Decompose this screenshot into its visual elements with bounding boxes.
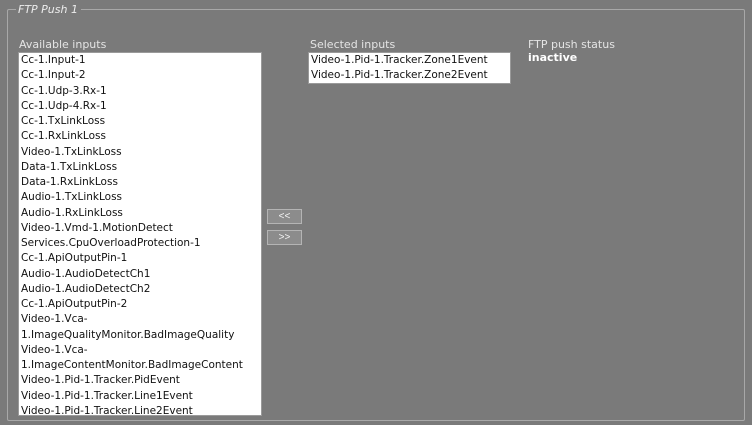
selected-inputs-header: Selected inputs (310, 38, 396, 51)
list-item[interactable]: Cc-1.TxLinkLoss (19, 114, 261, 129)
list-item[interactable]: Audio-1.AudioDetectCh2 (19, 282, 261, 297)
ftp-push-status-header: FTP push status (528, 38, 615, 51)
list-item[interactable]: Video-1.Pid-1.Tracker.Line1Event (19, 389, 261, 404)
list-item[interactable]: 1.ImageQualityMonitor.BadImageQuality (19, 328, 261, 343)
list-item[interactable]: Video-1.Vca- (19, 343, 261, 358)
list-item[interactable]: Video-1.Vmd-1.MotionDetect (19, 221, 261, 236)
ftp-push-status-value: inactive (528, 51, 578, 64)
selected-inputs-list[interactable]: Video-1.Pid-1.Tracker.Zone1Event Video-1.… (308, 52, 511, 84)
list-item[interactable]: Video-1.Pid-1.Tracker.PidEvent (19, 373, 261, 388)
list-item[interactable]: Cc-1.RxLinkLoss (19, 129, 261, 144)
list-item[interactable]: Video-1.Pid-1.Tracker.Line2Event (19, 404, 261, 415)
available-inputs-list[interactable]: Cc-1.Input-1 Cc-1.Input-2 Cc-1.Udp-3.Rx-1 C… (18, 52, 262, 416)
list-item[interactable]: Cc-1.Udp-4.Rx-1 (19, 99, 261, 114)
list-item[interactable]: Cc-1.ApiOutputPin-1 (19, 251, 261, 266)
list-item[interactable]: Video-1.TxLinkLoss (19, 145, 261, 160)
available-inputs-header: Available inputs (19, 38, 107, 51)
list-item[interactable]: Audio-1.RxLinkLoss (19, 206, 261, 221)
list-item[interactable]: 1.ImageContentMonitor.BadImageContent (19, 358, 261, 373)
list-item[interactable]: Data-1.TxLinkLoss (19, 160, 261, 175)
panel-legend: FTP Push 1 (16, 4, 81, 16)
list-item[interactable]: Video-1.Vca- (19, 312, 261, 327)
list-item[interactable]: Cc-1.ApiOutputPin-2 (19, 297, 261, 312)
list-item[interactable]: Video-1.Pid-1.Tracker.Zone1Event (309, 53, 510, 68)
list-item[interactable]: Services.CpuOverloadProtection-1 (19, 236, 261, 251)
list-item[interactable]: Video-1.Pid-1.Tracker.Zone2Event (309, 68, 510, 83)
list-item[interactable]: Cc-1.Input-2 (19, 68, 261, 83)
list-item[interactable]: Audio-1.TxLinkLoss (19, 190, 261, 205)
remove-input-button[interactable]: << (267, 209, 302, 224)
list-item[interactable]: Cc-1.Udp-3.Rx-1 (19, 84, 261, 99)
add-input-button[interactable]: >> (267, 230, 302, 245)
list-item[interactable]: Data-1.RxLinkLoss (19, 175, 261, 190)
list-item[interactable]: Cc-1.Input-1 (19, 53, 261, 68)
list-item[interactable]: Audio-1.AudioDetectCh1 (19, 267, 261, 282)
